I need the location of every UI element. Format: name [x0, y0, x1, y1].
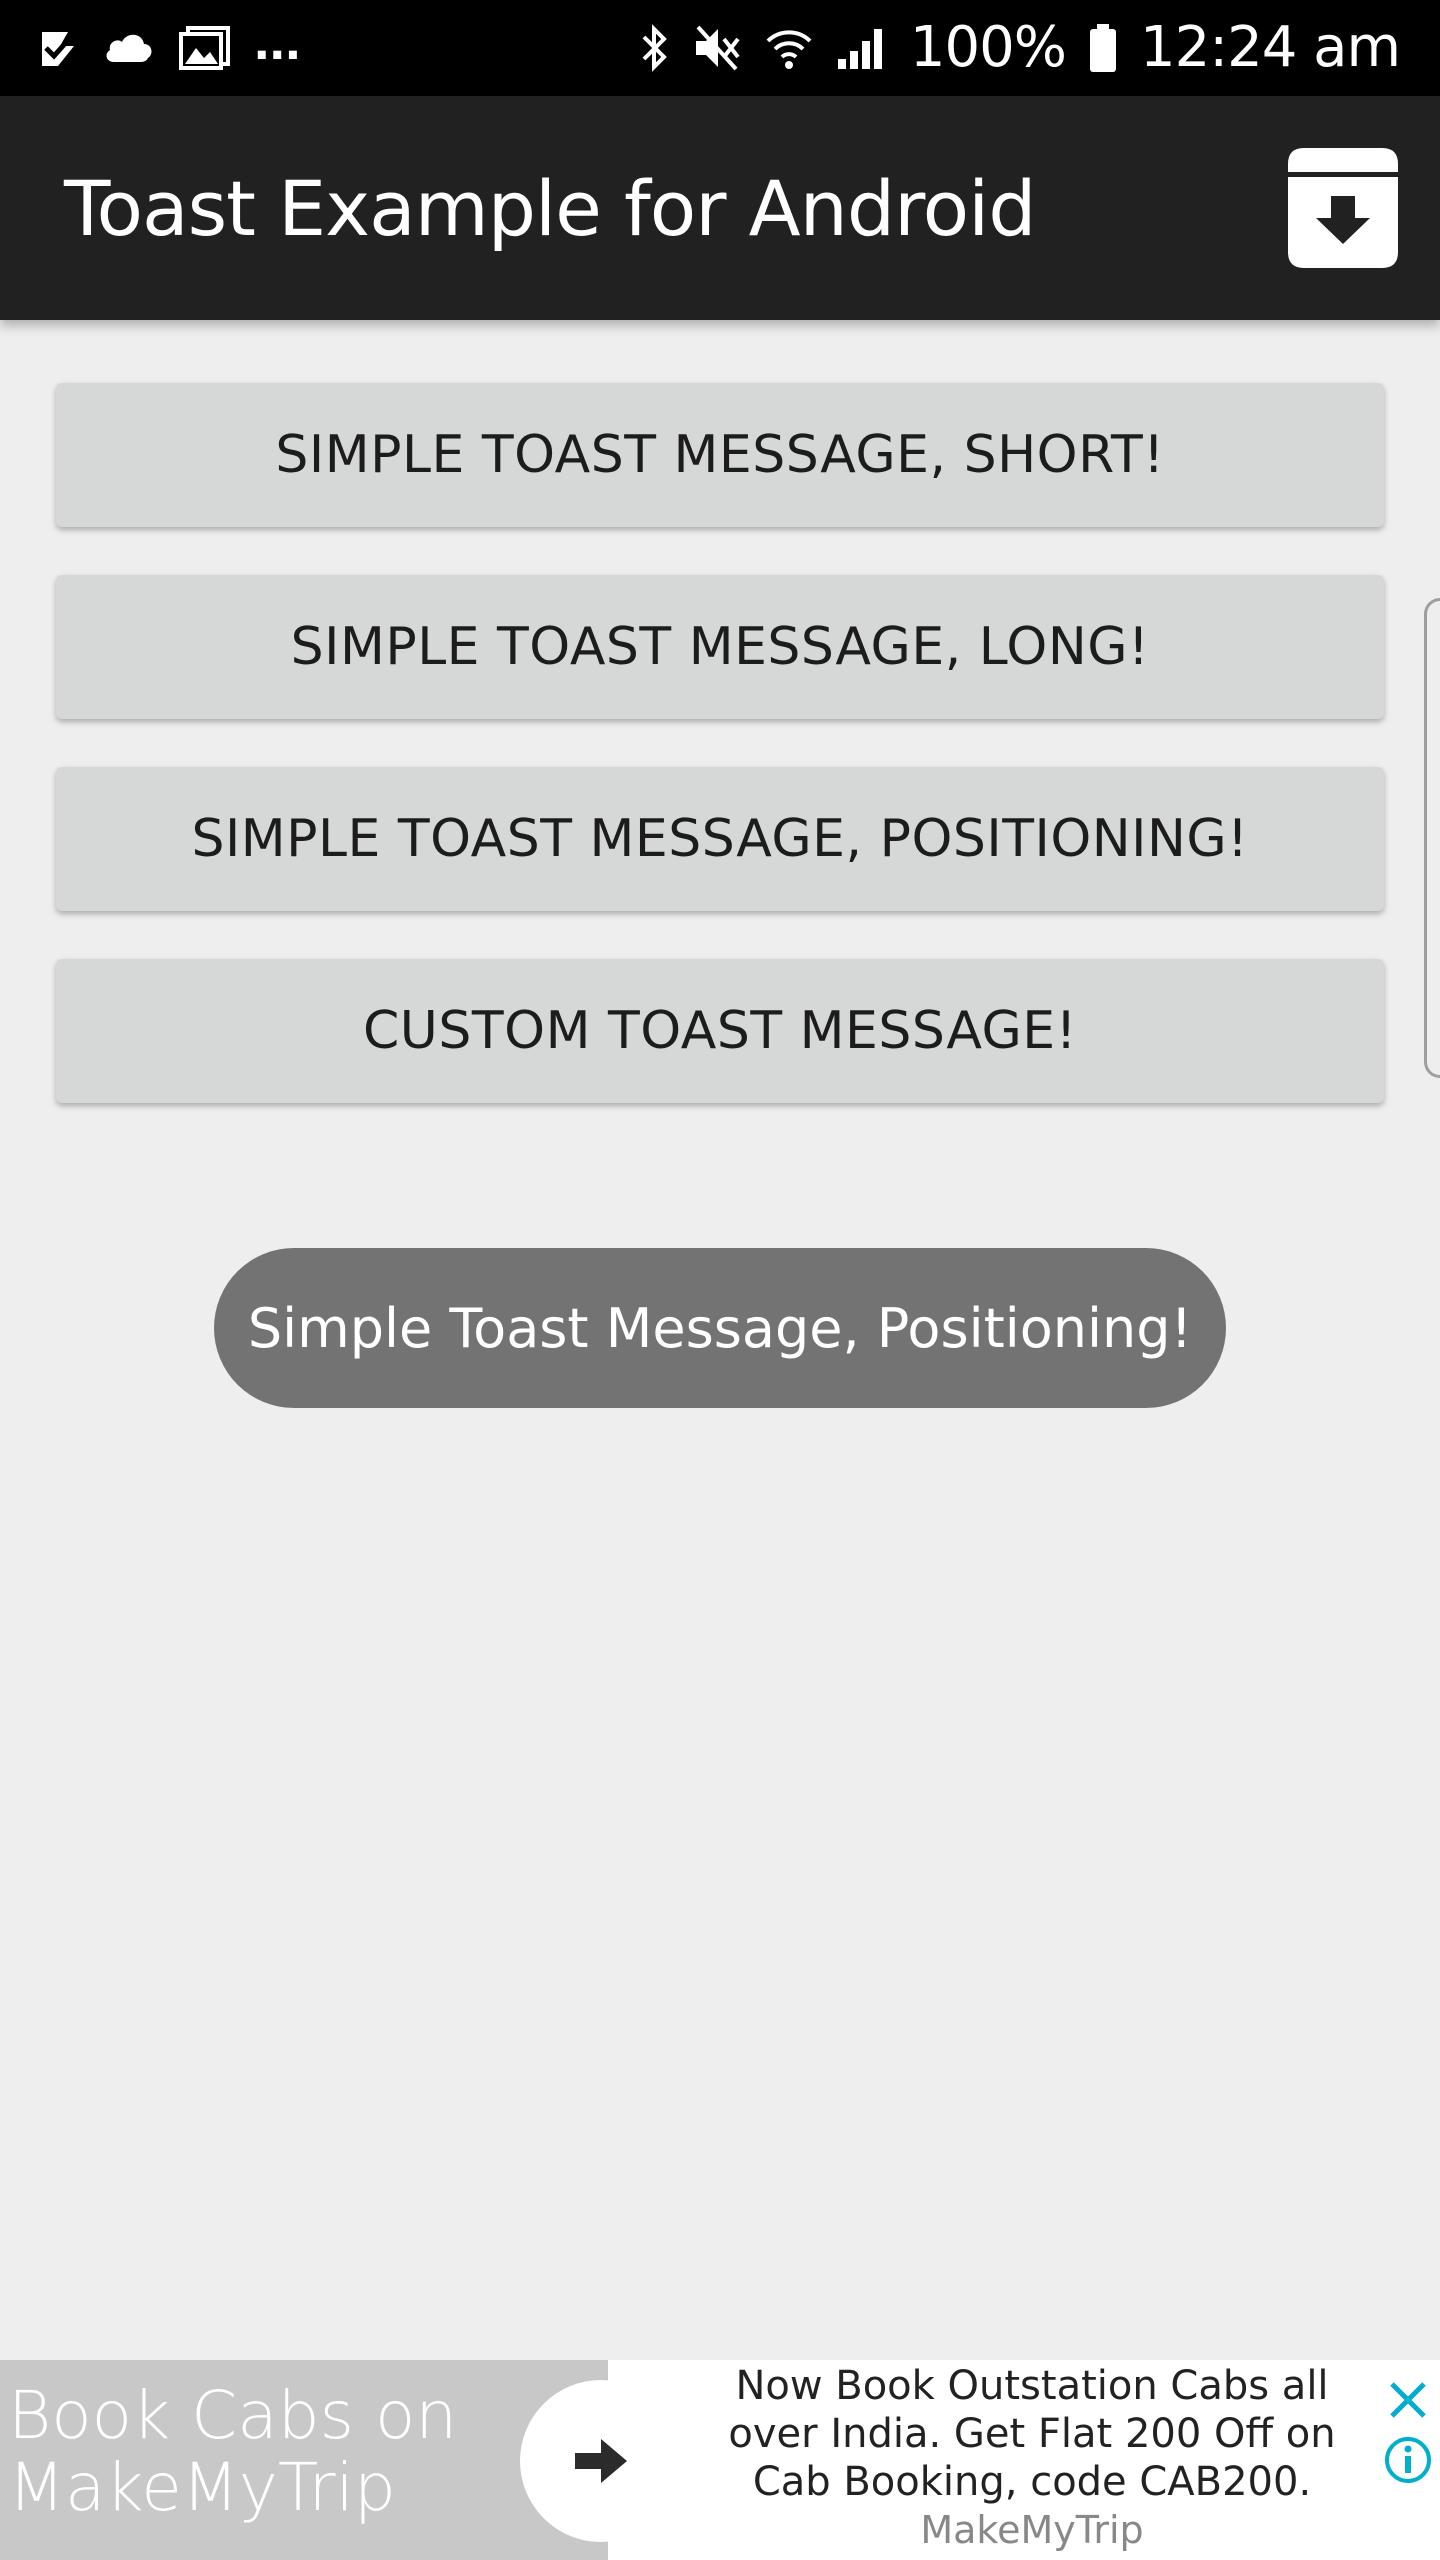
- arrow-right-icon: [575, 2439, 627, 2483]
- status-notifications: ...: [36, 12, 301, 78]
- ad-info-button[interactable]: [1376, 2430, 1440, 2490]
- toast-message: Simple Toast Message, Positioning!: [214, 1248, 1226, 1408]
- status-system: 100% 12:24 am: [640, 15, 1401, 80]
- page-title: Toast Example for Android: [64, 163, 1036, 253]
- ad-cta-button[interactable]: [520, 2380, 682, 2542]
- simple-toast-long-button[interactable]: SIMPLE TOAST MESSAGE, LONG!: [56, 575, 1384, 719]
- clock: 12:24 am: [1139, 15, 1401, 80]
- close-icon: [1390, 2382, 1426, 2418]
- battery-percent: 100%: [909, 15, 1067, 80]
- cloud-icon: [102, 18, 156, 78]
- ad-headline[interactable]: Book Cabs on MakeMyTrip: [8, 2380, 508, 2524]
- archive-download-button[interactable]: [1278, 142, 1408, 272]
- ad-close-button[interactable]: [1376, 2370, 1440, 2430]
- ad-banner[interactable]: Book Cabs on MakeMyTrip Now Book Outstat…: [0, 2360, 1440, 2560]
- gallery-icon: [178, 18, 232, 78]
- wifi-icon: [764, 18, 814, 78]
- ad-body[interactable]: Now Book Outstation Cabs all over India.…: [688, 2362, 1376, 2506]
- app-bar: Toast Example for Android: [0, 96, 1440, 320]
- ad-controls: [1376, 2360, 1440, 2560]
- scroll-edge-indicator: [1424, 598, 1440, 1078]
- ad-advertiser[interactable]: MakeMyTrip: [688, 2508, 1376, 2552]
- signal-icon: [836, 18, 888, 78]
- ad-content[interactable]: Now Book Outstation Cabs all over India.…: [608, 2360, 1376, 2560]
- info-icon: [1385, 2437, 1431, 2483]
- archive-download-icon: [1288, 148, 1398, 268]
- simple-toast-positioning-button[interactable]: SIMPLE TOAST MESSAGE, POSITIONING!: [56, 767, 1384, 911]
- vibrate-mute-icon: [692, 18, 742, 78]
- simple-toast-short-button[interactable]: SIMPLE TOAST MESSAGE, SHORT!: [56, 383, 1384, 527]
- status-bar: ... 100% 12:24 am: [0, 0, 1440, 96]
- more-notifications: ...: [254, 8, 301, 71]
- custom-toast-button[interactable]: CUSTOM TOAST MESSAGE!: [56, 959, 1384, 1103]
- battery-icon: [1088, 18, 1118, 78]
- bluetooth-icon: [640, 18, 670, 78]
- check-flag-icon: [36, 18, 80, 78]
